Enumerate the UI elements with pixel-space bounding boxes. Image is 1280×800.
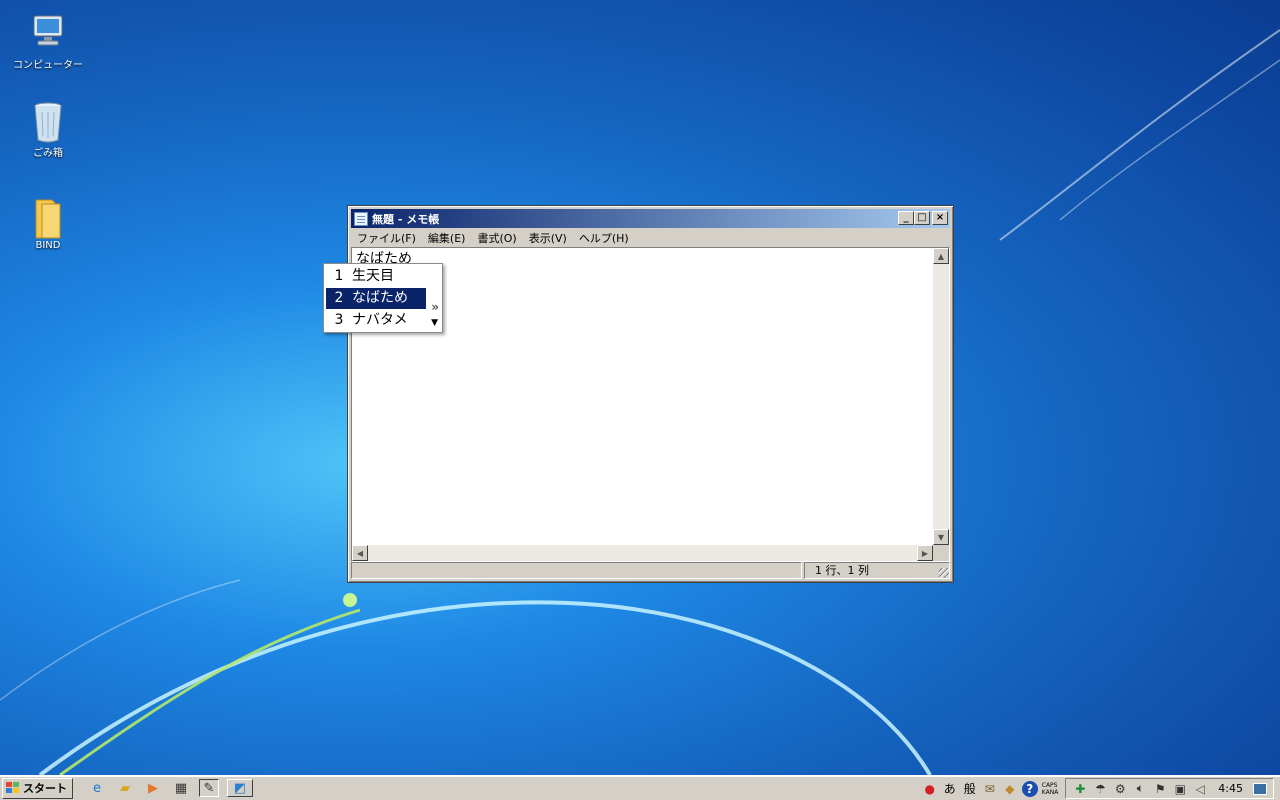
network-alert-icon[interactable]: ✚ xyxy=(1072,781,1088,797)
ime-dictionary-indicator[interactable]: 般 xyxy=(962,781,978,797)
speaker-icon[interactable]: ◁ xyxy=(1192,781,1208,797)
menubar: ファイル(F) 編集(E) 書式(O) 表示(V) ヘルプ(H) xyxy=(351,229,950,247)
close-button[interactable]: × xyxy=(932,211,948,225)
folder-icon xyxy=(28,196,68,239)
menu-format[interactable]: 書式(O) xyxy=(471,230,522,246)
horizontal-scrollbar[interactable]: ◀ ▶ xyxy=(352,545,933,561)
ime-candidate[interactable]: 1 生天目 xyxy=(326,266,426,287)
notepad-task-icon[interactable]: ✎ xyxy=(199,779,219,797)
caps-kana-indicator: CAPS KANA xyxy=(1041,781,1059,796)
resize-grip[interactable] xyxy=(939,568,949,578)
start-label: スタート xyxy=(23,782,67,795)
statusbar: 1 行、1 列 xyxy=(351,562,950,579)
show-desktop-icon[interactable] xyxy=(1253,782,1267,795)
menu-view[interactable]: 表示(V) xyxy=(523,230,573,246)
scroll-down-button[interactable]: ▼ xyxy=(933,529,949,545)
recycle-bin-icon xyxy=(28,100,68,143)
clock[interactable]: 4:45 xyxy=(1218,782,1243,795)
menu-help[interactable]: ヘルプ(H) xyxy=(573,230,635,246)
ime-candidate-selected[interactable]: 2 なばため xyxy=(326,288,426,309)
desktop-icon-label: ごみ箱 xyxy=(33,148,63,159)
cursor-position: 1 行、1 列 xyxy=(804,562,950,579)
desktop-icon-label: BIND xyxy=(35,240,61,251)
ime-more-icon[interactable]: » xyxy=(431,300,439,314)
ime-candidate[interactable]: 3 ナバタメ xyxy=(326,310,426,331)
windows-flag-icon xyxy=(6,782,20,794)
scroll-right-button[interactable]: ▶ xyxy=(917,545,933,561)
menu-edit[interactable]: 編集(E) xyxy=(422,230,472,246)
vertical-scrollbar[interactable]: ▲ ▼ xyxy=(933,248,949,545)
notepad-window: 無題 - メモ帳 _ □ × ファイル(F) 編集(E) 書式(O) 表示(V)… xyxy=(347,205,954,583)
maximize-button[interactable]: □ xyxy=(914,211,930,225)
action-center-flag-icon[interactable]: ⚑ xyxy=(1152,781,1168,797)
minimize-button[interactable]: _ xyxy=(898,211,914,225)
start-button[interactable]: スタート xyxy=(2,777,73,799)
security-icon[interactable]: ☂ xyxy=(1092,781,1108,797)
media-player-icon[interactable]: ▶ xyxy=(143,779,163,797)
notepad-icon xyxy=(354,211,368,226)
desktop-icon-computer[interactable]: コンピューター xyxy=(8,12,88,71)
menu-file[interactable]: ファイル(F) xyxy=(351,230,422,246)
system-tray: ● あ 般 ✉ ◆ ? CAPS KANA ✚ ☂ ⚙ 🔈︎ ⚑ ▣ ◁ 4:4… xyxy=(915,778,1280,799)
status-panel xyxy=(351,562,802,579)
explorer-icon[interactable]: ▰ xyxy=(115,779,135,797)
scroll-up-button[interactable]: ▲ xyxy=(933,248,949,264)
ime-toolbar-icon[interactable]: ● xyxy=(922,781,938,797)
quick-launch: e ▰ ▶ ▦ ✎ ◩ xyxy=(87,779,253,797)
network-icon[interactable]: ▣ xyxy=(1172,781,1188,797)
notification-area: ✚ ☂ ⚙ 🔈︎ ⚑ ▣ ◁ 4:45 xyxy=(1065,778,1274,799)
window-task-icon[interactable]: ◩ xyxy=(227,779,253,797)
ime-scroll-down-icon[interactable]: ▼ xyxy=(431,318,438,328)
device-icon[interactable]: ⚙ xyxy=(1112,781,1128,797)
scroll-corner xyxy=(933,545,949,561)
computer-icon xyxy=(28,12,68,52)
volume-icon[interactable]: 🔈︎ xyxy=(1132,781,1148,797)
desktop-icon-label: コンピューター xyxy=(13,60,83,71)
taskbar: スタート e ▰ ▶ ▦ ✎ ◩ ● あ 般 ✉ ◆ ? CAPS KANA ✚… xyxy=(0,775,1280,800)
ime-candidate-window: 1 生天目 2 なばため 3 ナバタメ » ▼ xyxy=(323,263,443,333)
ime-pad-icon[interactable]: ✉ xyxy=(982,781,998,797)
scroll-left-button[interactable]: ◀ xyxy=(352,545,368,561)
desktop-icon-recycle-bin[interactable]: ごみ箱 xyxy=(8,100,88,159)
clapper-icon[interactable]: ▦ xyxy=(171,779,191,797)
ime-tool-icon[interactable]: ◆ xyxy=(1002,781,1018,797)
ie-icon[interactable]: e xyxy=(87,779,107,797)
desktop-icon-bind-folder[interactable]: BIND xyxy=(8,196,88,251)
help-icon[interactable]: ? xyxy=(1021,780,1038,797)
ime-mode-indicator[interactable]: あ xyxy=(942,781,958,797)
notepad-titlebar[interactable]: 無題 - メモ帳 _ □ × xyxy=(351,209,950,228)
window-title: 無題 - メモ帳 xyxy=(372,212,440,226)
